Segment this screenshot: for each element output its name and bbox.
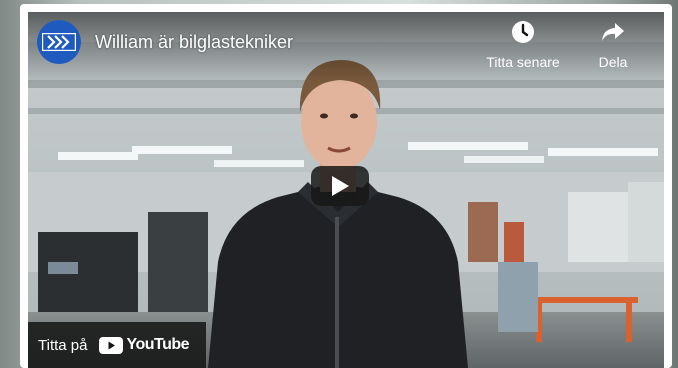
title-bar: William är bilglastekniker Titta senare … [28, 12, 664, 84]
youtube-wordmark: YouTube [126, 336, 190, 353]
watch-on-youtube-button[interactable]: Titta på YouTube [28, 322, 206, 368]
share-arrow-icon [602, 23, 624, 41]
video-player[interactable]: William är bilglastekniker Titta senare … [28, 12, 664, 368]
share-label: Dela [598, 54, 628, 70]
watch-on-label: Titta på [38, 336, 88, 354]
youtube-logo-icon: YouTube [99, 336, 190, 354]
watch-later-label: Titta senare [486, 54, 560, 70]
watch-later-button[interactable]: Titta senare [478, 20, 568, 70]
play-icon [332, 176, 349, 196]
video-title[interactable]: William är bilglastekniker [95, 32, 293, 53]
clock-icon [512, 21, 534, 43]
play-button[interactable] [311, 166, 369, 206]
channel-logo-icon[interactable] [37, 20, 81, 64]
share-button[interactable]: Dela [588, 20, 638, 70]
